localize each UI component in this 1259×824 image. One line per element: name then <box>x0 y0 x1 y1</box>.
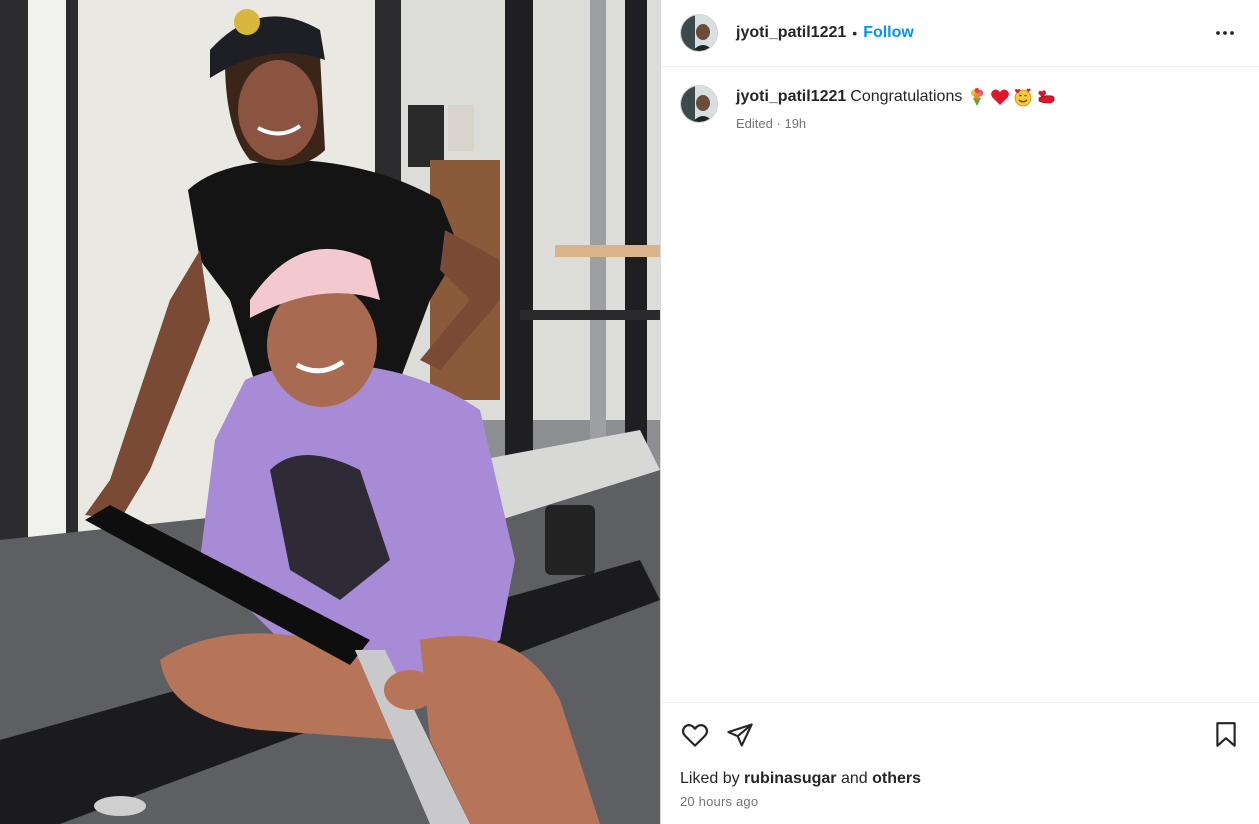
header-separator: • <box>852 25 858 41</box>
header-username[interactable]: jyoti_patil1221 <box>736 24 846 42</box>
instagram-post-view: jyoti_patil1221 • Follow jyoti_patil1221… <box>0 0 1259 824</box>
more-options-icon[interactable] <box>1211 19 1239 47</box>
post-header: jyoti_patil1221 • Follow <box>661 0 1259 67</box>
post-timestamp[interactable]: 20 hours ago <box>680 794 1239 809</box>
post-side-panel: jyoti_patil1221 • Follow jyoti_patil1221… <box>660 0 1259 824</box>
likes-prefix: Liked by <box>680 770 740 787</box>
avatar[interactable] <box>680 14 718 52</box>
caption-username[interactable]: jyoti_patil1221 <box>736 87 846 107</box>
liked-by-user-link[interactable]: rubinasugar <box>744 770 836 787</box>
gym-photo-illustration <box>0 0 660 824</box>
meta-separator: · <box>776 116 781 131</box>
caption-text: jyoti_patil1221 Congratulations <box>736 87 1056 107</box>
caption-meta: Edited · 19h <box>736 116 1056 131</box>
likes-summary: Liked by rubinasugar and others <box>680 770 1239 788</box>
caption-body: jyoti_patil1221 Congratulations Edited ·… <box>736 85 1056 131</box>
caption-age[interactable]: 19h <box>784 116 806 131</box>
follow-button[interactable]: Follow <box>863 24 914 42</box>
edited-label: Edited <box>736 116 773 131</box>
post-photo[interactable] <box>0 0 660 824</box>
post-actions-area: Liked by rubinasugar and others 20 hours… <box>661 702 1259 824</box>
caption-avatar[interactable] <box>680 85 718 123</box>
caption-row: jyoti_patil1221 Congratulations Edited ·… <box>680 85 1239 131</box>
heart-outline-icon[interactable] <box>680 719 712 751</box>
caption-message: Congratulations <box>850 88 963 105</box>
bookmark-outline-icon[interactable] <box>1207 719 1239 751</box>
likes-others-link[interactable]: others <box>872 770 921 787</box>
paper-plane-icon[interactable] <box>726 719 758 751</box>
bouquet-emoji <box>967 87 987 107</box>
caption-emojis <box>967 87 1056 107</box>
smiling-face-with-hearts-emoji <box>1013 87 1033 107</box>
likes-joiner: and <box>840 770 868 787</box>
comments-section: jyoti_patil1221 Congratulations Edited ·… <box>661 67 1259 702</box>
red-heart-emoji <box>990 87 1010 107</box>
hand-with-heart-emoji <box>1036 87 1056 107</box>
action-bar <box>680 703 1239 765</box>
